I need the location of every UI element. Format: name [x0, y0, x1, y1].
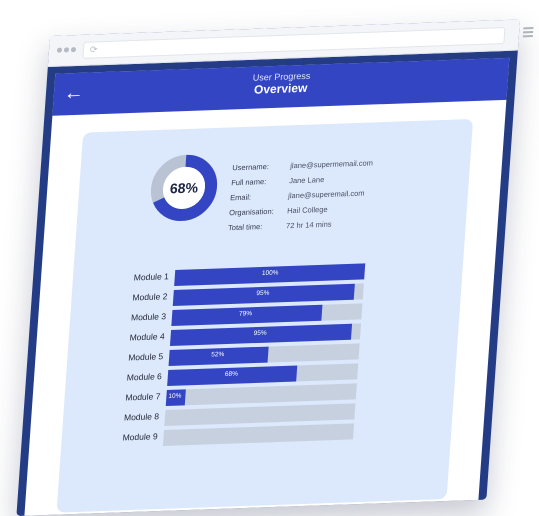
module-label: Module 5	[127, 351, 164, 363]
address-bar[interactable]: ⟳	[82, 27, 506, 59]
module-percent-label: 68%	[224, 370, 239, 379]
profile-key: Full name:	[230, 177, 267, 188]
module-percent-label: 10%	[168, 392, 182, 400]
module-progress-fill	[164, 410, 166, 427]
profile-value: jlane@supermemail.com	[289, 158, 374, 171]
scene: ⟳ ← User Progress Overview 68% Username:…	[0, 0, 539, 516]
module-percent-label: 52%	[210, 351, 225, 359]
module-label: Module 1	[133, 271, 170, 283]
window-dot-icon[interactable]	[70, 47, 77, 53]
app-header: ← User Progress Overview	[52, 57, 510, 116]
profile-key: Email:	[229, 192, 252, 203]
module-percent-label: 95%	[256, 289, 270, 298]
profile-value: Jane Lane	[288, 175, 325, 186]
window-dot-icon[interactable]	[63, 47, 70, 53]
profile-key: Total time:	[227, 222, 263, 233]
overall-progress-label: 68%	[169, 179, 199, 197]
module-percent-label: 95%	[253, 329, 267, 338]
progress-card: 68% Username: jlane@supermemail.com Full n…	[56, 118, 474, 513]
profile-info: Username: jlane@supermemail.com Full name:…	[227, 158, 373, 238]
reload-icon[interactable]: ⟳	[89, 42, 98, 57]
module-label: Module 2	[132, 291, 168, 303]
module-label: Module 8	[123, 411, 160, 423]
module-label: Module 6	[126, 371, 163, 383]
profile-value: 72 hr 14 mins	[285, 219, 332, 231]
app-viewport: ← User Progress Overview 68% Username: jl…	[24, 57, 510, 516]
browser-window: ⟳ ← User Progress Overview 68% Username:…	[16, 19, 534, 516]
profile-value: jlane@superemail.com	[287, 188, 365, 201]
module-percent-label: 100%	[261, 269, 279, 277]
hamburger-menu-icon[interactable]	[522, 27, 534, 39]
profile-value: Hail College	[286, 204, 328, 216]
module-label: Module 4	[129, 331, 165, 343]
module-percent-label: 79%	[238, 310, 253, 318]
module-label: Module 3	[130, 311, 167, 323]
profile-key: Username:	[231, 161, 270, 173]
module-label: Module 7	[125, 391, 161, 403]
module-progress-fill	[162, 430, 165, 447]
module-progress-list: Module 1 100% Module 2 95% Module 3 79% Module…	[105, 261, 418, 452]
window-dot-icon[interactable]	[56, 47, 63, 53]
module-label: Module 9	[122, 431, 158, 443]
profile-key: Organisation:	[228, 206, 275, 218]
